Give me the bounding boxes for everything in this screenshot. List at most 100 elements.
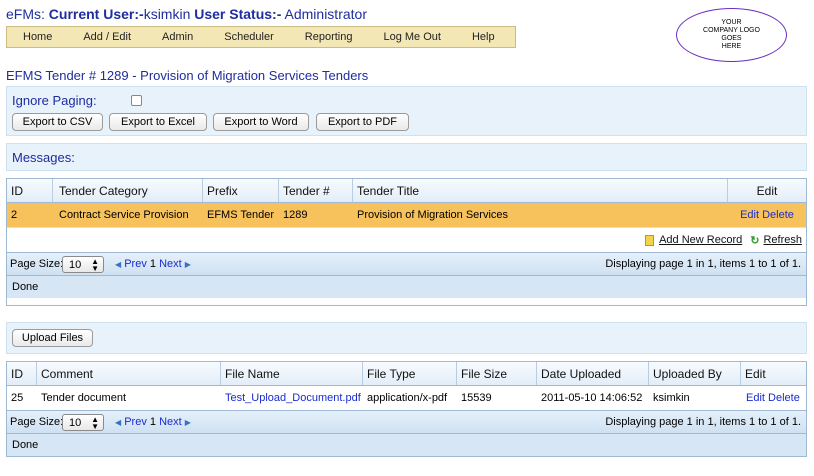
page-size-select[interactable]: 10 ▲ ▼: [62, 256, 104, 273]
menu-admin[interactable]: Admin: [162, 31, 193, 43]
table-row[interactable]: 25 Tender document Test_Upload_Document.…: [7, 386, 806, 410]
next-link[interactable]: Next: [159, 416, 182, 428]
page-title: EFMS Tender # 1289 - Provision of Migrat…: [6, 68, 369, 83]
logo-line: GOES: [721, 35, 742, 42]
cell-number: 1289: [283, 209, 308, 221]
grid-toolbar: Add New Record ↻ Refresh: [7, 227, 806, 252]
col-tender-number[interactable]: Tender #: [279, 179, 353, 202]
edit-link[interactable]: Edit: [746, 392, 765, 404]
cell-actions: Edit Delete: [741, 386, 806, 410]
current-page: 1: [149, 416, 157, 428]
user-status-value: Administrator: [284, 6, 367, 22]
cell-comment: Tender document: [41, 392, 126, 404]
export-excel-button[interactable]: Export to Excel: [109, 113, 207, 131]
col-uploaded-by[interactable]: Uploaded By: [649, 362, 741, 385]
cell-file-type: application/x-pdf: [367, 392, 448, 404]
pager-summary: Displaying page 1 in 1, items 1 to 1 of …: [605, 258, 801, 270]
col-file-size[interactable]: File Size: [457, 362, 537, 385]
menu-reporting[interactable]: Reporting: [305, 31, 353, 43]
refresh-link[interactable]: Refresh: [763, 234, 802, 246]
add-new-record-link[interactable]: Add New Record: [659, 234, 742, 246]
user-status-label: User Status:-: [194, 6, 282, 22]
edit-link[interactable]: Edit: [740, 209, 759, 221]
next-icon: ▶: [184, 418, 191, 427]
tenders-pager: Page Size: 10 ▲ ▼ ◀ Prev 1 Next ▶ Display…: [7, 252, 806, 276]
current-page: 1: [149, 258, 157, 270]
messages-panel: [6, 143, 807, 171]
menu-home[interactable]: Home: [23, 31, 52, 43]
refresh-icon: ↻: [750, 234, 760, 247]
add-record-icon: [645, 234, 655, 246]
page-size-value: 10: [69, 258, 82, 271]
col-edit: Edit: [756, 183, 778, 198]
export-pdf-button[interactable]: Export to PDF: [316, 113, 409, 131]
upload-files-button[interactable]: Upload Files: [12, 329, 93, 347]
cell-file-name: Test_Upload_Document.pdf: [221, 386, 363, 410]
pager-nav: ◀ Prev 1 Next ▶: [115, 258, 191, 270]
cell-prefix: EFMS Tender: [207, 209, 275, 221]
app-name: eFMs:: [6, 6, 45, 22]
col-file-name[interactable]: File Name: [221, 362, 363, 385]
export-word-button[interactable]: Export to Word: [213, 113, 309, 131]
select-arrows-icon: ▲ ▼: [91, 257, 99, 273]
cell-file-size: 15539: [461, 392, 492, 404]
cell-date-uploaded: 2011-05-10 14:06:52: [541, 392, 643, 404]
current-user-name: ksimkin: [143, 6, 191, 22]
col-date-uploaded[interactable]: Date Uploaded: [537, 362, 649, 385]
page-size-label: Page Size:: [10, 258, 64, 270]
tenders-status: Done: [7, 276, 806, 298]
page-size-value: 10: [69, 416, 82, 429]
files-pager: Page Size: 10 ▲ ▼ ◀ Prev 1 Next ▶ Display…: [7, 410, 806, 434]
pager-nav: ◀ Prev 1 Next ▶: [115, 416, 191, 428]
col-tender-category[interactable]: Tender Category: [53, 179, 203, 202]
messages-label: Messages:: [12, 150, 75, 165]
ignore-paging-checkbox[interactable]: [131, 95, 142, 106]
select-arrows-icon: ▲ ▼: [91, 415, 99, 431]
col-id[interactable]: ID: [7, 362, 37, 385]
main-menu: Home Add / Edit Admin Scheduler Reportin…: [6, 26, 516, 48]
delete-link[interactable]: Delete: [762, 209, 794, 221]
menu-add-edit[interactable]: Add / Edit: [83, 31, 131, 43]
logo-line: COMPANY LOGO: [703, 27, 760, 34]
next-link[interactable]: Next: [159, 258, 182, 270]
col-edit: Edit: [745, 366, 766, 381]
page-size-label: Page Size:: [10, 416, 64, 428]
cell-id: 25: [11, 392, 24, 404]
cell-title: Provision of Migration Services: [357, 209, 509, 221]
cell-id: 2: [11, 209, 18, 221]
menu-help[interactable]: Help: [472, 31, 495, 43]
next-icon: ▶: [184, 260, 191, 269]
cell-category: Contract Service Provision: [59, 209, 189, 221]
page-size-select[interactable]: 10 ▲ ▼: [62, 414, 104, 431]
cell-actions: Edit Delete: [728, 203, 806, 227]
table-row[interactable]: 2 Contract Service Provision EFMS Tender…: [7, 203, 806, 227]
export-csv-button[interactable]: Export to CSV: [12, 113, 103, 131]
file-name-link[interactable]: Test_Upload_Document.pdf: [225, 392, 361, 404]
upload-panel: [6, 322, 807, 354]
header-line: eFMs: Current User:-ksimkin User Status:…: [6, 6, 367, 22]
col-file-type[interactable]: File Type: [363, 362, 457, 385]
files-grid-header: ID Comment File Name File Type File Size…: [7, 362, 806, 386]
toolbar-actions: Add New Record ↻ Refresh: [645, 228, 802, 252]
tenders-grid: ID Tender Category Prefix Tender # Tende…: [6, 178, 807, 306]
files-grid: ID Comment File Name File Type File Size…: [6, 361, 807, 457]
prev-link[interactable]: Prev: [124, 258, 147, 270]
prev-icon: ◀: [115, 260, 122, 269]
prev-icon: ◀: [115, 418, 122, 427]
ignore-paging-label: Ignore Paging:: [12, 93, 97, 108]
tenders-grid-header: ID Tender Category Prefix Tender # Tende…: [7, 179, 806, 203]
pager-summary: Displaying page 1 in 1, items 1 to 1 of …: [605, 416, 801, 428]
delete-link[interactable]: Delete: [768, 392, 800, 404]
current-user-label: Current User:-: [48, 6, 144, 22]
col-comment[interactable]: Comment: [37, 362, 221, 385]
company-logo: YOUR COMPANY LOGO GOES HERE: [676, 8, 787, 62]
cell-uploaded-by: ksimkin: [653, 392, 690, 404]
col-tender-title[interactable]: Tender Title: [353, 179, 728, 202]
prev-link[interactable]: Prev: [124, 416, 147, 428]
menu-log-out[interactable]: Log Me Out: [383, 31, 440, 43]
col-prefix[interactable]: Prefix: [203, 179, 279, 202]
files-status: Done: [7, 434, 806, 456]
menu-scheduler[interactable]: Scheduler: [224, 31, 274, 43]
col-id[interactable]: ID: [7, 179, 53, 202]
logo-line: HERE: [721, 43, 742, 50]
